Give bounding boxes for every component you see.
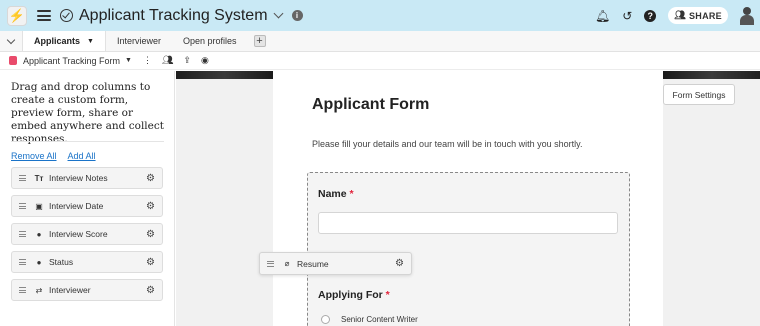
gear-icon[interactable]: ⚙ bbox=[146, 257, 155, 268]
field-label: Resume bbox=[297, 258, 329, 269]
radio-option-label: Senior Content Writer bbox=[341, 315, 418, 324]
sidebar-field-interview-date[interactable]: ▣ Interview Date ⚙ bbox=[11, 195, 163, 217]
users-icon: 👥︎ bbox=[674, 10, 686, 20]
tab-label: Interviewer bbox=[116, 36, 161, 46]
question-applying-for-label: Applying For * bbox=[318, 289, 390, 301]
users-icon[interactable]: 👥︎ bbox=[162, 55, 173, 66]
field-label: Interview Score bbox=[49, 229, 108, 239]
sidebar-description: Drag and drop columns to create a custom… bbox=[11, 81, 164, 145]
drag-handle-icon[interactable] bbox=[267, 260, 274, 267]
caret-down-icon[interactable]: ▼ bbox=[87, 38, 94, 45]
sidebar-links: Remove All Add All bbox=[11, 151, 96, 161]
gear-icon[interactable]: ⚙ bbox=[146, 201, 155, 212]
collapse-tabs-chevron-icon[interactable] bbox=[0, 31, 22, 51]
tab-applicants[interactable]: Applicants ▼ bbox=[22, 31, 106, 51]
link-icon: ⇄ bbox=[35, 285, 43, 295]
header-image-strip bbox=[663, 71, 760, 79]
view-name[interactable]: Applicant Tracking Form bbox=[23, 56, 120, 66]
required-mark: * bbox=[385, 289, 390, 301]
field-label: Interviewer bbox=[49, 285, 91, 295]
header-image-strip bbox=[176, 71, 273, 79]
view-bar: Applicant Tracking Form ▼ ⋮ 👥︎ ⇪ ◉ bbox=[0, 52, 760, 70]
question-label-text: Applying For bbox=[318, 289, 383, 301]
score-icon: ● bbox=[36, 229, 42, 239]
tab-bar: Applicants ▼ Interviewer Open profiles + bbox=[0, 31, 760, 52]
tab-interviewer[interactable]: Interviewer bbox=[106, 31, 172, 51]
required-mark: * bbox=[349, 188, 354, 200]
tab-label: Open profiles bbox=[182, 36, 237, 46]
gear-icon[interactable]: ⚙ bbox=[146, 285, 155, 296]
tab-open-profiles[interactable]: Open profiles bbox=[172, 31, 248, 51]
drag-handle-icon[interactable] bbox=[19, 203, 26, 209]
name-input[interactable] bbox=[318, 212, 618, 234]
help-icon[interactable]: ? bbox=[644, 9, 657, 22]
form-view-icon bbox=[9, 56, 17, 65]
dragging-field-resume[interactable]: ⌀ Resume ⚙ bbox=[259, 252, 412, 275]
hamburger-icon[interactable] bbox=[37, 10, 51, 21]
info-icon[interactable]: i bbox=[291, 10, 303, 21]
gear-icon[interactable]: ⚙ bbox=[146, 173, 155, 184]
form-drop-zone[interactable] bbox=[307, 172, 630, 326]
sidebar-field-status[interactable]: ● Status ⚙ bbox=[11, 251, 163, 273]
sidebar-field-interview-score[interactable]: ● Interview Score ⚙ bbox=[11, 223, 163, 245]
history-icon[interactable]: ↺ bbox=[622, 10, 632, 22]
app-title: Applicant Tracking System bbox=[79, 6, 268, 24]
gear-icon[interactable]: ⚙ bbox=[395, 258, 404, 269]
radio-option[interactable] bbox=[321, 315, 330, 324]
form-subtitle[interactable]: Please fill your details and our team wi… bbox=[312, 139, 582, 149]
share-label: SHARE bbox=[688, 10, 722, 21]
share-button[interactable]: 👥︎ SHARE bbox=[668, 7, 728, 24]
avatar[interactable] bbox=[740, 6, 754, 25]
drag-handle-icon[interactable] bbox=[19, 175, 26, 181]
chevron-down-icon[interactable] bbox=[273, 8, 283, 19]
status-icon: ● bbox=[36, 257, 42, 267]
divider bbox=[11, 141, 164, 142]
drag-handle-icon[interactable] bbox=[19, 259, 26, 265]
share-icon[interactable]: ⇪ bbox=[183, 55, 191, 66]
add-all-link[interactable]: Add All bbox=[68, 151, 96, 161]
gear-icon[interactable]: ⚙ bbox=[146, 229, 155, 240]
form-title[interactable]: Applicant Form bbox=[312, 96, 429, 114]
bolt-logo-icon[interactable]: ⚡ bbox=[7, 5, 27, 26]
field-label: Interview Date bbox=[49, 201, 104, 211]
more-options-icon[interactable]: ⋮ bbox=[143, 55, 152, 66]
remove-all-link[interactable]: Remove All bbox=[11, 151, 57, 161]
bell-icon[interactable]: 🔔︎ bbox=[595, 10, 610, 22]
view-caret-icon[interactable]: ▼ bbox=[125, 57, 132, 64]
text-icon: Tт bbox=[34, 173, 44, 183]
sidebar-field-interviewer[interactable]: ⇄ Interviewer ⚙ bbox=[11, 279, 163, 301]
question-name-label: Name * bbox=[318, 188, 354, 200]
field-label: Status bbox=[49, 257, 74, 267]
add-tab-button[interactable]: + bbox=[253, 35, 266, 47]
form-settings-button[interactable]: Form Settings bbox=[663, 84, 735, 105]
sidebar-field-interview-notes[interactable]: Tт Interview Notes ⚙ bbox=[11, 167, 163, 189]
top-bar: ⚡ Applicant Tracking System i 🔔︎ ↺ ? 👥︎ … bbox=[0, 0, 760, 31]
tab-label: Applicants bbox=[34, 36, 81, 46]
eye-icon[interactable]: ◉ bbox=[201, 55, 209, 66]
drag-handle-icon[interactable] bbox=[19, 231, 26, 237]
drag-handle-icon[interactable] bbox=[19, 287, 26, 293]
field-label: Interview Notes bbox=[49, 173, 108, 183]
calendar-icon: ▣ bbox=[35, 201, 43, 211]
check-circle-icon bbox=[60, 9, 73, 22]
attachment-icon: ⌀ bbox=[284, 259, 290, 268]
question-label-text: Name bbox=[318, 188, 347, 200]
